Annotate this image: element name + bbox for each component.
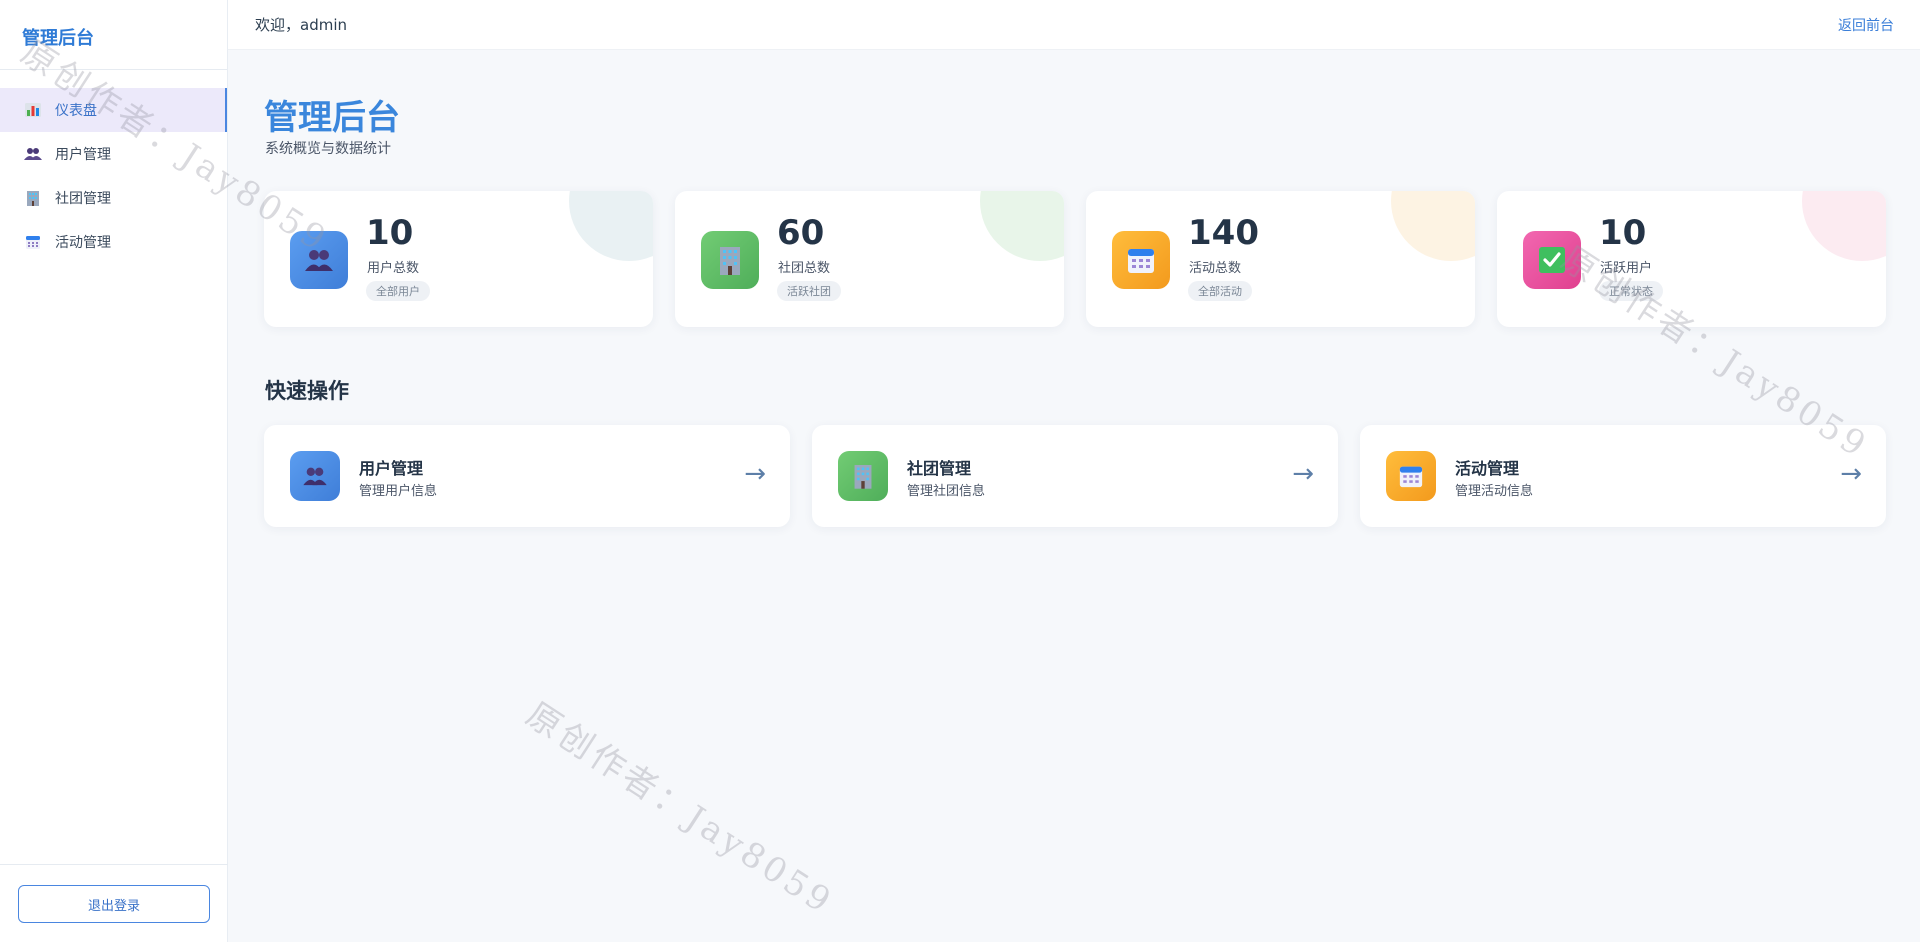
check-icon bbox=[1523, 231, 1581, 289]
quick-action-activities[interactable]: 活动管理 管理活动信息 → bbox=[1360, 425, 1886, 527]
logout-button[interactable]: 退出登录 bbox=[18, 885, 210, 923]
card-decoration bbox=[1802, 191, 1886, 261]
arrow-right-icon: → bbox=[1292, 459, 1314, 489]
quick-action-title: 社团管理 bbox=[907, 459, 972, 478]
status-badge: 活跃社团 bbox=[777, 281, 841, 301]
card-decoration bbox=[569, 191, 653, 261]
welcome-text: 欢迎，admin bbox=[255, 16, 347, 34]
quick-action-desc: 管理用户信息 bbox=[359, 484, 438, 499]
users-icon bbox=[24, 145, 42, 163]
stat-label: 活跃用户 bbox=[1600, 261, 1653, 276]
sidebar-footer: 退出登录 bbox=[0, 864, 228, 942]
bar-chart-icon bbox=[24, 101, 42, 119]
sidebar-item-label: 仪表盘 bbox=[55, 103, 97, 119]
arrow-right-icon: → bbox=[1840, 459, 1862, 489]
card-decoration bbox=[980, 191, 1064, 261]
stat-label: 活动总数 bbox=[1189, 261, 1242, 276]
quick-action-desc: 管理活动信息 bbox=[1455, 484, 1534, 499]
calendar-icon bbox=[1112, 231, 1170, 289]
status-badge: 全部用户 bbox=[366, 281, 430, 301]
quick-action-clubs[interactable]: 社团管理 管理社团信息 → bbox=[812, 425, 1338, 527]
page-subtitle: 系统概览与数据统计 bbox=[265, 141, 391, 157]
back-to-frontend-link[interactable]: 返回前台 bbox=[1838, 15, 1894, 35]
stat-card-activities: 140 活动总数 全部活动 bbox=[1086, 191, 1475, 327]
building-icon bbox=[24, 189, 42, 207]
stat-label: 社团总数 bbox=[778, 261, 831, 276]
sidebar-item-label: 社团管理 bbox=[55, 191, 111, 207]
building-icon bbox=[701, 231, 759, 289]
stat-value: 10 bbox=[366, 213, 414, 253]
stat-value: 140 bbox=[1188, 213, 1259, 253]
users-icon bbox=[290, 451, 340, 501]
sidebar-item-label: 用户管理 bbox=[55, 147, 111, 163]
quick-action-title: 用户管理 bbox=[359, 459, 424, 478]
calendar-icon bbox=[1386, 451, 1436, 501]
building-icon bbox=[838, 451, 888, 501]
quick-action-users[interactable]: 用户管理 管理用户信息 → bbox=[264, 425, 790, 527]
sidebar-item-activities[interactable]: 活动管理 bbox=[0, 220, 227, 264]
status-badge: 正常状态 bbox=[1599, 281, 1663, 301]
main-content: 管理后台 系统概览与数据统计 10 用户总数 全部用户 60 社团总数 活跃社团… bbox=[228, 50, 1920, 942]
quick-action-title: 活动管理 bbox=[1455, 459, 1520, 478]
users-icon bbox=[290, 231, 348, 289]
page-title: 管理后台 bbox=[264, 98, 400, 138]
stats-row: 10 用户总数 全部用户 60 社团总数 活跃社团 140 活动总数 全部活动 … bbox=[264, 191, 1886, 327]
brand-title: 管理后台 bbox=[0, 0, 227, 70]
card-decoration bbox=[1391, 191, 1475, 261]
admin-app: 管理后台 仪表盘 用户管理 社团管理 活动管理 退出登录 欢迎，admin 返回… bbox=[0, 0, 1920, 942]
sidebar: 管理后台 仪表盘 用户管理 社团管理 活动管理 退出登录 bbox=[0, 0, 228, 942]
sidebar-item-label: 活动管理 bbox=[55, 235, 111, 251]
sidebar-nav: 仪表盘 用户管理 社团管理 活动管理 bbox=[0, 70, 227, 264]
stat-label: 用户总数 bbox=[367, 261, 420, 276]
sidebar-item-dashboard[interactable]: 仪表盘 bbox=[0, 88, 227, 132]
stat-card-clubs: 60 社团总数 活跃社团 bbox=[675, 191, 1064, 327]
stat-value: 10 bbox=[1599, 213, 1647, 253]
quick-actions: 用户管理 管理用户信息 → 社团管理 管理社团信息 → 活动管理 管理活动信息 … bbox=[264, 425, 1886, 527]
stat-card-active-users: 10 活跃用户 正常状态 bbox=[1497, 191, 1886, 327]
stat-card-users: 10 用户总数 全部用户 bbox=[264, 191, 653, 327]
arrow-right-icon: → bbox=[744, 459, 766, 489]
sidebar-item-users[interactable]: 用户管理 bbox=[0, 132, 227, 176]
calendar-icon bbox=[24, 233, 42, 251]
quick-action-desc: 管理社团信息 bbox=[907, 484, 986, 499]
quick-actions-title: 快速操作 bbox=[265, 379, 349, 403]
status-badge: 全部活动 bbox=[1188, 281, 1252, 301]
stat-value: 60 bbox=[777, 213, 825, 253]
sidebar-item-clubs[interactable]: 社团管理 bbox=[0, 176, 227, 220]
topbar: 欢迎，admin 返回前台 bbox=[228, 0, 1920, 50]
